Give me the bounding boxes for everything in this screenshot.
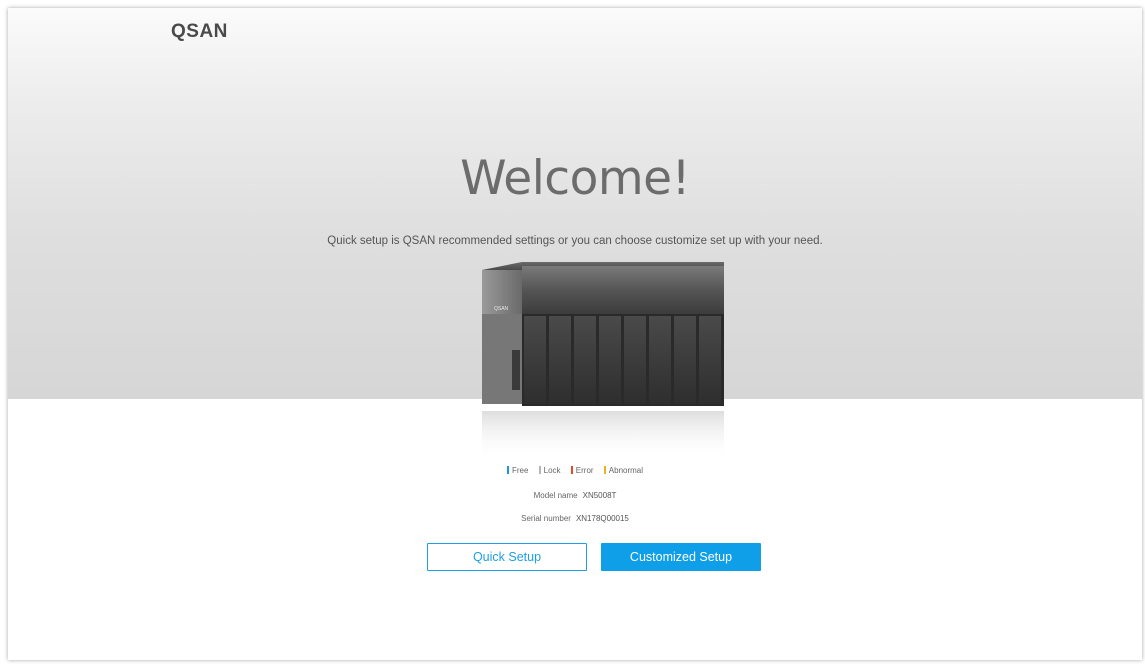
lock-swatch-icon <box>538 466 541 474</box>
page-title: Welcome! <box>460 151 690 206</box>
model-info: Model name XN5008T <box>8 491 1142 500</box>
serial-info: Serial number XN178Q00015 <box>8 514 1142 523</box>
model-value: XN5008T <box>582 491 617 500</box>
legend-free: Free <box>506 466 528 475</box>
serial-value: XN178Q00015 <box>575 514 629 523</box>
legend-lock: Lock <box>538 466 561 475</box>
customized-setup-button[interactable]: Customized Setup <box>601 543 761 571</box>
page-subtitle: Quick setup is QSAN recommended settings… <box>327 235 823 247</box>
setup-window: QSAN Welcome! Quick setup is QSAN recomm… <box>8 8 1142 660</box>
svg-text:QSAN: QSAN <box>494 306 509 312</box>
error-swatch-icon <box>570 466 573 474</box>
nas-device-reflection <box>482 411 724 461</box>
serial-label: Serial number <box>521 514 571 523</box>
disk-status-legend: Free Lock Error Abnormal <box>8 466 1142 475</box>
quick-setup-button[interactable]: Quick Setup <box>427 543 587 571</box>
model-label: Model name <box>533 491 578 500</box>
legend-abnormal: Abnormal <box>603 466 643 475</box>
legend-error: Error <box>570 466 594 475</box>
abnormal-swatch-icon <box>603 466 606 474</box>
qsan-logo: QSAN <box>171 21 228 42</box>
free-swatch-icon <box>506 466 509 474</box>
